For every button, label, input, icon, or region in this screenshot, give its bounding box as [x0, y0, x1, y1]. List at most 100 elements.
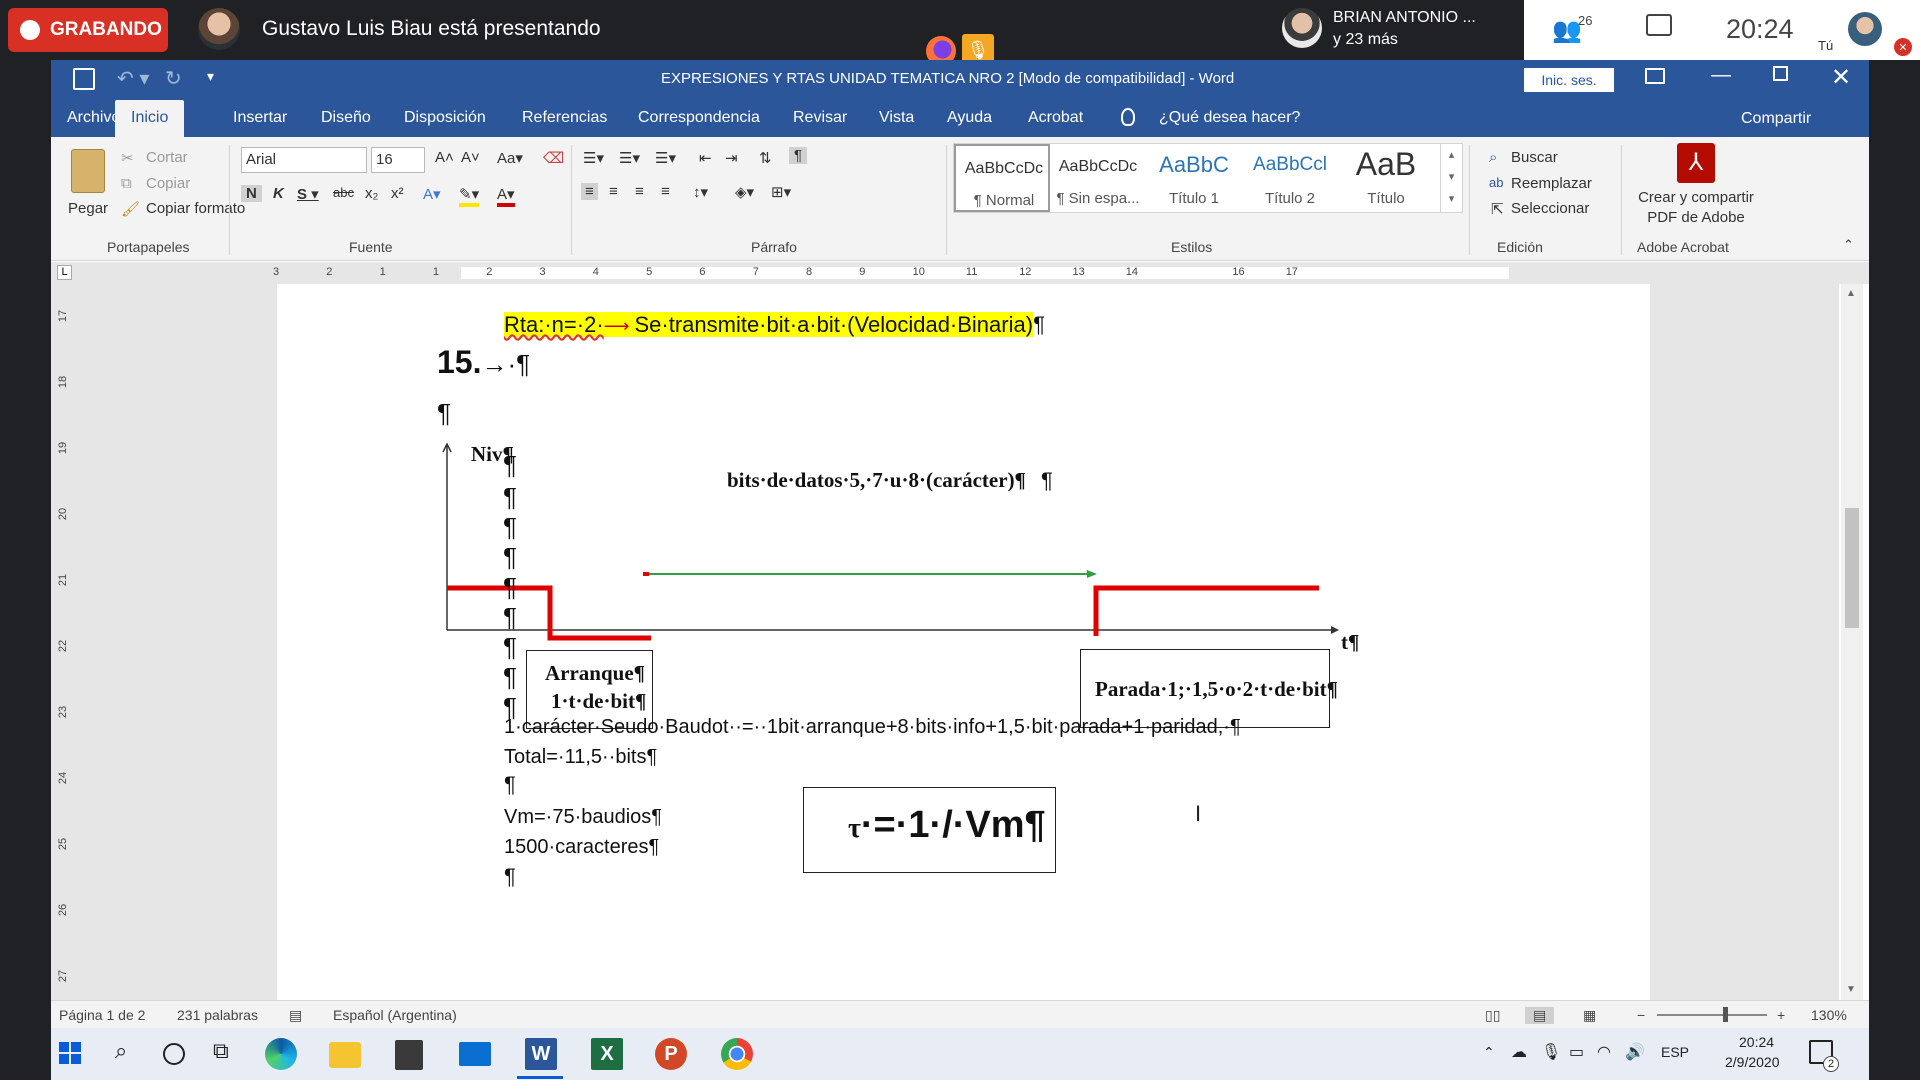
- style-titulo-1[interactable]: AaBbC Título 1: [1146, 144, 1242, 212]
- style-titulo-2[interactable]: AaBbCcl Título 2: [1242, 144, 1338, 212]
- taskbar-time[interactable]: 20:24: [1739, 1034, 1774, 1050]
- styles-scroll-more-icon[interactable]: ▴ ▾ ▾: [1440, 144, 1462, 212]
- scroll-down-icon[interactable]: ▼: [1846, 984, 1856, 995]
- multilevel-list-icon[interactable]: ☰▾: [655, 149, 676, 167]
- sign-in-button[interactable]: Inic. ses.: [1524, 68, 1614, 92]
- vertical-ruler[interactable]: 17 18 19 20 21 22 23 24 25 26 27: [51, 284, 79, 1000]
- style-normal[interactable]: AaBbCcDc ¶ Normal: [954, 144, 1050, 212]
- page-count[interactable]: Página 1 de 2: [59, 1007, 145, 1023]
- undo-icon[interactable]: ↶ ▾: [117, 66, 149, 91]
- font-size-box[interactable]: 16: [371, 147, 425, 173]
- chrome-taskbar-icon[interactable]: [721, 1038, 753, 1070]
- close-button[interactable]: ✕: [1831, 63, 1851, 92]
- wifi-icon[interactable]: ◠: [1597, 1042, 1611, 1062]
- align-right-icon[interactable]: ≡: [635, 183, 644, 200]
- decrease-indent-icon[interactable]: ⇤: [699, 149, 712, 167]
- underline-icon[interactable]: S ▾: [297, 185, 319, 203]
- format-painter-button[interactable]: Copiar formato: [146, 200, 245, 217]
- bold-icon[interactable]: N: [241, 185, 262, 202]
- grow-font-icon[interactable]: A˄: [435, 149, 454, 166]
- align-left-icon[interactable]: ≡: [581, 183, 598, 200]
- input-language[interactable]: ESP: [1661, 1044, 1689, 1060]
- zoom-in-icon[interactable]: +: [1777, 1007, 1785, 1023]
- windows-start-icon[interactable]: [59, 1042, 81, 1064]
- copy-button[interactable]: Copiar: [146, 175, 190, 192]
- font-name-box[interactable]: Arial: [241, 147, 367, 173]
- show-marks-icon[interactable]: ¶: [789, 147, 808, 164]
- file-explorer-icon[interactable]: [329, 1042, 361, 1068]
- search-icon[interactable]: ⌕: [115, 1038, 147, 1070]
- taskbar-date[interactable]: 2/9/2020: [1725, 1054, 1780, 1070]
- tab-ayuda[interactable]: Ayuda: [947, 100, 992, 137]
- save-icon[interactable]: [73, 68, 95, 90]
- style-titulo[interactable]: AaB Título: [1338, 144, 1434, 212]
- scroll-up-icon[interactable]: ▲: [1846, 288, 1856, 299]
- tab-archivo[interactable]: Archivo: [67, 100, 120, 137]
- microphone-tray-icon[interactable]: 🎙: [1541, 1042, 1561, 1062]
- read-mode-icon[interactable]: ▯▯: [1485, 1007, 1500, 1024]
- strikethrough-icon[interactable]: abc: [333, 185, 354, 200]
- customize-quick-access-icon[interactable]: ▾: [207, 68, 214, 85]
- tab-correspondencia[interactable]: Correspondencia: [638, 100, 760, 137]
- edge-icon[interactable]: [265, 1038, 297, 1070]
- horizontal-ruler[interactable]: L 3 2 1 1 2 3 4 5 6 7 8 9 10 11 12 13 14 16 17: [51, 262, 1869, 284]
- align-center-icon[interactable]: ≡: [609, 183, 618, 200]
- tab-inicio[interactable]: Inicio: [115, 100, 185, 137]
- borders-icon[interactable]: ⊞▾: [771, 183, 791, 201]
- mail-icon[interactable]: [459, 1042, 491, 1066]
- print-layout-icon[interactable]: ▤: [1525, 1007, 1555, 1024]
- style-sin-espaciado[interactable]: AaBbCcDc ¶ Sin espa...: [1050, 144, 1146, 212]
- italic-icon[interactable]: K: [273, 185, 284, 202]
- text-effects-icon[interactable]: A▾: [423, 185, 441, 203]
- show-hidden-icons[interactable]: ⌃: [1483, 1044, 1495, 1061]
- paste-icon[interactable]: [71, 149, 105, 193]
- sort-icon[interactable]: ⇅: [759, 149, 772, 167]
- word-taskbar-icon[interactable]: W: [525, 1038, 557, 1070]
- font-color-icon[interactable]: A▾: [497, 185, 515, 207]
- create-pdf-button-line2[interactable]: PDF de Adobe: [1633, 209, 1759, 226]
- create-pdf-button[interactable]: Crear y compartir: [1633, 189, 1759, 206]
- chat-icon[interactable]: [1646, 14, 1672, 36]
- find-button[interactable]: Buscar: [1511, 149, 1558, 166]
- battery-icon[interactable]: ▭: [1569, 1042, 1584, 1062]
- zoom-slider[interactable]: [1657, 1014, 1767, 1016]
- shading-icon[interactable]: ◈▾: [735, 183, 754, 201]
- select-button[interactable]: Seleccionar: [1511, 200, 1589, 217]
- cut-button[interactable]: Cortar: [146, 149, 188, 166]
- tab-disposicion[interactable]: Disposición: [404, 100, 486, 137]
- ribbon-display-options-icon[interactable]: [1645, 68, 1665, 84]
- tab-revisar[interactable]: Revisar: [793, 100, 847, 137]
- clear-format-icon[interactable]: ⌫: [543, 149, 564, 167]
- subscript-icon[interactable]: x₂: [365, 185, 378, 202]
- store-icon[interactable]: [395, 1040, 423, 1070]
- tab-selector-icon[interactable]: L: [57, 265, 72, 280]
- tab-referencias[interactable]: Referencias: [522, 100, 607, 137]
- participant-avatar[interactable]: [1282, 8, 1322, 48]
- change-case-icon[interactable]: Aa▾: [497, 149, 523, 167]
- document-page[interactable]: Rta:·n=·2·⟶ Se·transmite·bit·a·bit·(Velo…: [277, 284, 1650, 1000]
- cortana-icon[interactable]: [163, 1043, 185, 1065]
- web-layout-icon[interactable]: ▦: [1583, 1007, 1596, 1024]
- scrollbar-thumb[interactable]: [1845, 508, 1859, 628]
- tab-diseno[interactable]: Diseño: [321, 100, 371, 137]
- restore-button[interactable]: [1773, 66, 1788, 81]
- language-indicator[interactable]: Español (Argentina): [333, 1007, 457, 1023]
- bullets-icon[interactable]: ☰▾: [583, 149, 604, 167]
- shrink-font-icon[interactable]: A˅: [461, 149, 480, 166]
- tab-vista[interactable]: Vista: [879, 100, 914, 137]
- zoom-level[interactable]: 130%: [1811, 1007, 1847, 1023]
- replace-button[interactable]: Reemplazar: [1511, 175, 1592, 192]
- onedrive-icon[interactable]: ☁: [1511, 1042, 1527, 1062]
- highlight-icon[interactable]: ✎▾: [459, 185, 480, 207]
- zoom-slider-thumb[interactable]: [1723, 1007, 1728, 1022]
- vertical-scrollbar[interactable]: ▲ ▼: [1841, 284, 1863, 1000]
- adobe-pdf-icon[interactable]: ⅄: [1677, 143, 1715, 183]
- powerpoint-taskbar-icon[interactable]: P: [655, 1038, 687, 1070]
- zoom-out-icon[interactable]: −: [1637, 1007, 1645, 1023]
- superscript-icon[interactable]: x²: [391, 185, 404, 202]
- excel-taskbar-icon[interactable]: X: [591, 1038, 623, 1070]
- proofing-icon[interactable]: ▤: [289, 1007, 302, 1024]
- increase-indent-icon[interactable]: ⇥: [725, 149, 738, 167]
- tab-insertar[interactable]: Insertar: [233, 100, 287, 137]
- paste-button[interactable]: Pegar: [68, 200, 108, 217]
